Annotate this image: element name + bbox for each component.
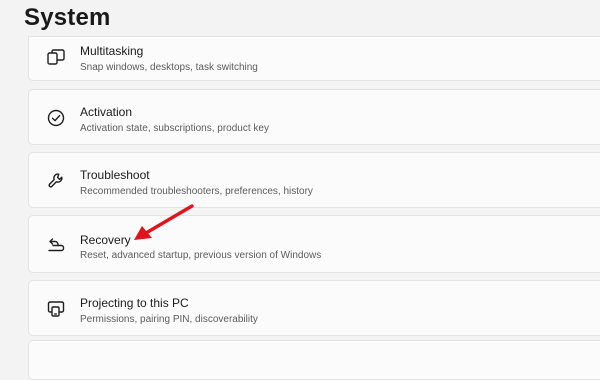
settings-item-troubleshoot[interactable]: Troubleshoot Recommended troubleshooters… <box>28 152 600 208</box>
recovery-icon <box>45 234 67 256</box>
settings-item-subtitle: Reset, advanced startup, previous versio… <box>80 250 322 261</box>
settings-item-subtitle: Activation state, subscriptions, product… <box>80 123 269 134</box>
settings-item-subtitle: Snap windows, desktops, task switching <box>80 62 258 73</box>
multitasking-icon <box>45 46 67 68</box>
projecting-icon <box>45 298 67 320</box>
settings-item-title: Multitasking <box>80 44 144 58</box>
settings-item-projecting[interactable]: Projecting to this PC Permissions, pairi… <box>28 280 600 336</box>
settings-item-recovery[interactable]: Recovery Reset, advanced startup, previo… <box>28 215 600 273</box>
settings-item-partial[interactable] <box>28 340 600 380</box>
settings-item-title: Troubleshoot <box>80 168 150 182</box>
settings-item-multitasking[interactable]: Multitasking Snap windows, desktops, tas… <box>28 36 600 81</box>
settings-item-activation[interactable]: Activation Activation state, subscriptio… <box>28 89 600 145</box>
annotation-arrow <box>134 204 194 240</box>
settings-item-subtitle: Recommended troubleshooters, preferences… <box>80 186 313 197</box>
settings-item-title: Projecting to this PC <box>80 296 189 310</box>
activation-check-icon <box>45 107 67 129</box>
settings-item-title: Activation <box>80 105 133 119</box>
page-title: System <box>24 4 111 31</box>
wrench-icon <box>45 170 67 192</box>
settings-item-title: Recovery <box>80 233 131 247</box>
settings-item-subtitle: Permissions, pairing PIN, discoverabilit… <box>80 314 258 325</box>
